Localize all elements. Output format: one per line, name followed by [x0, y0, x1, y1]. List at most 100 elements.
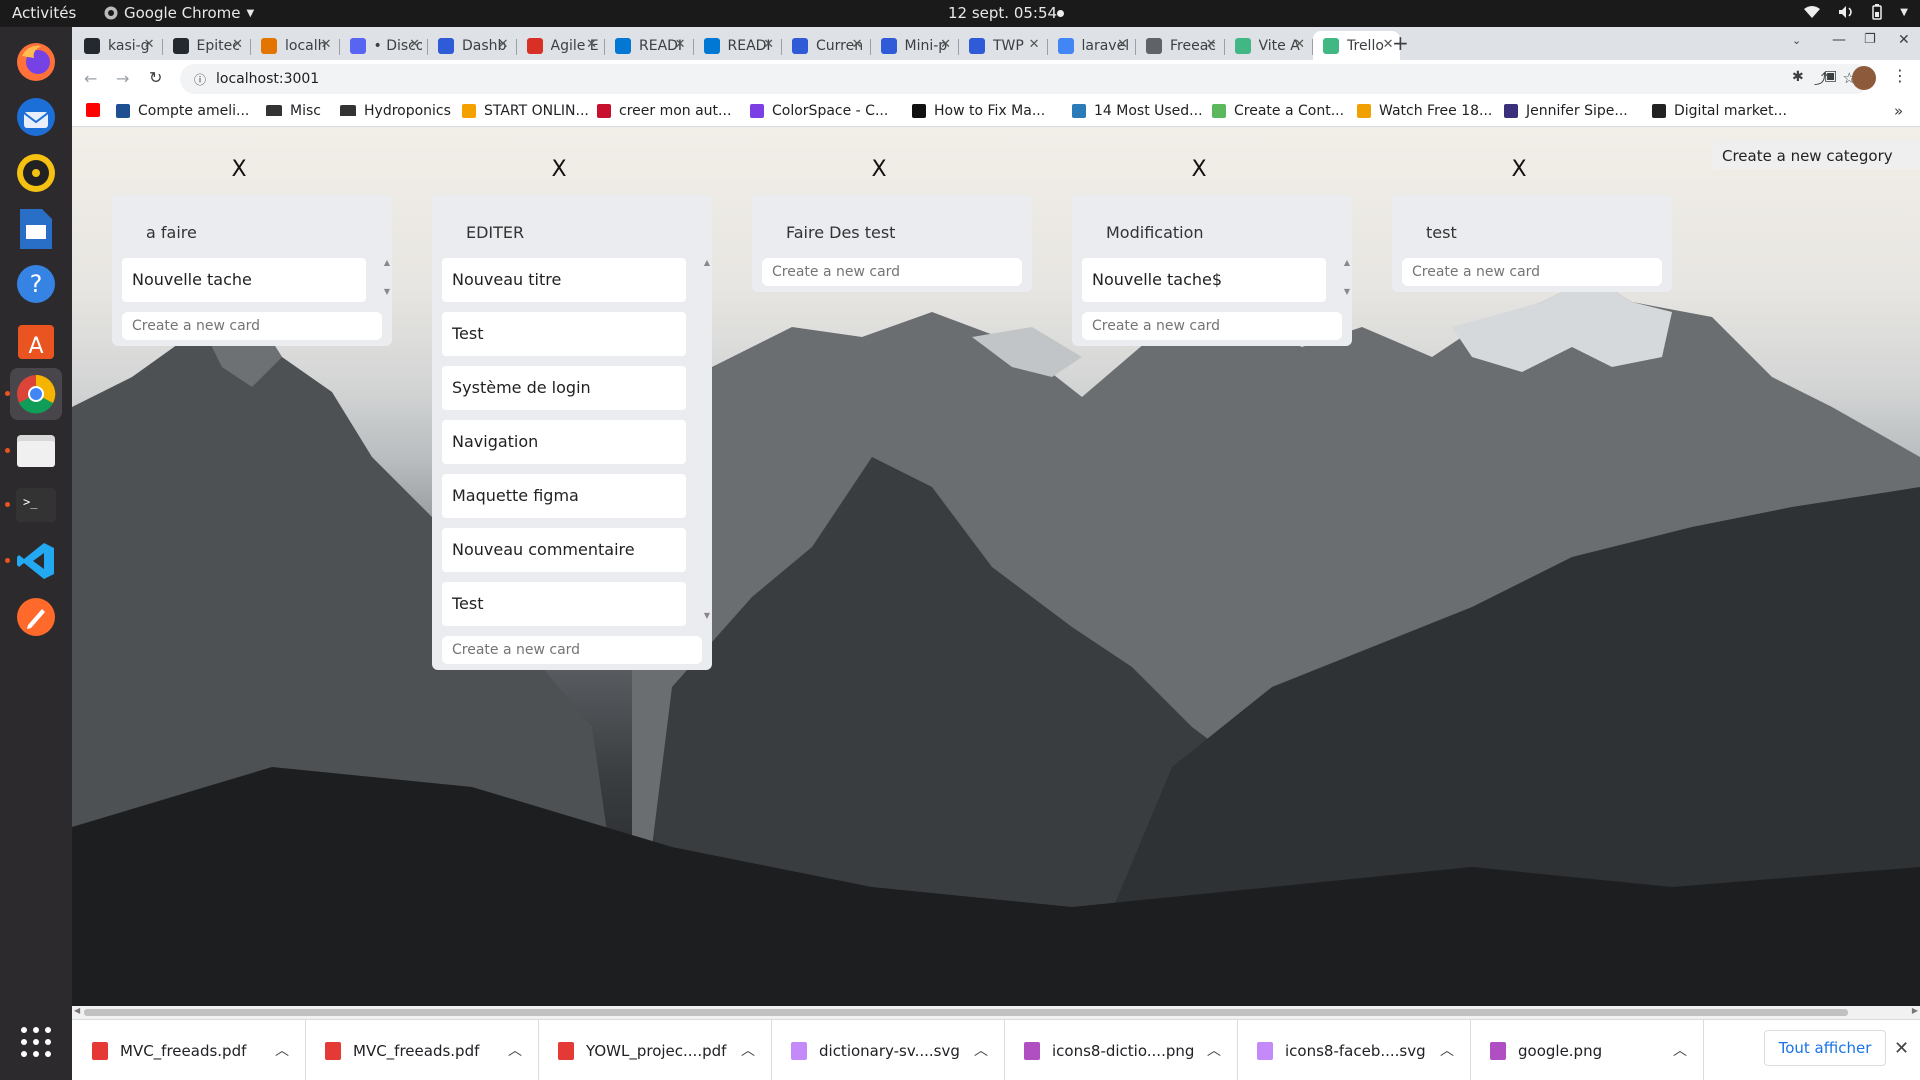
activities-button[interactable]: Activités [12, 4, 76, 22]
card[interactable]: Nouveau titre [442, 258, 686, 302]
delete-column-button[interactable]: X [1184, 157, 1214, 182]
create-category-button[interactable]: Create a new category [1712, 141, 1920, 169]
card[interactable]: Navigation [442, 420, 686, 464]
browser-tab[interactable]: kasi-g ✕ [74, 31, 161, 60]
chevron-up-icon[interactable]: ︿ [974, 1040, 988, 1060]
close-tab-icon[interactable]: ✕ [940, 37, 951, 52]
bookmark-item[interactable]: creer mon aut... [597, 103, 731, 119]
browser-tab[interactable]: READI ✕ [694, 31, 781, 60]
close-tab-icon[interactable]: ✕ [586, 37, 597, 52]
bookmark-item[interactable]: Create a Cont... [1212, 103, 1344, 119]
delete-column-button[interactable]: X [544, 157, 574, 182]
scroll-up-arrow-icon[interactable]: ▲ [384, 258, 390, 267]
scrollbar-thumb[interactable] [84, 1009, 1848, 1016]
dock-rhythmbox[interactable] [10, 147, 62, 199]
close-tab-icon[interactable]: ✕ [1206, 37, 1217, 52]
dock-vscode[interactable] [10, 535, 62, 587]
back-icon[interactable]: ← [84, 69, 97, 88]
chevron-up-icon[interactable]: ︿ [508, 1040, 522, 1060]
close-tab-icon[interactable]: ✕ [409, 37, 420, 52]
download-item[interactable]: dictionary-sv....svg ︿ [771, 1020, 1005, 1080]
browser-tab[interactable]: • Disco ✕ [340, 31, 427, 60]
browser-tab[interactable]: Epitec ✕ [163, 31, 250, 60]
close-tab-icon[interactable]: ✕ [498, 37, 509, 52]
app-menu[interactable]: Google Chrome ▼ [104, 4, 254, 22]
card[interactable]: Nouvelle tache$ [1082, 258, 1326, 302]
dock-firefox[interactable] [10, 36, 62, 88]
browser-tab[interactable]: Mini-p ✕ [871, 31, 958, 60]
dock-thunderbird[interactable] [10, 91, 62, 143]
dock-libreoffice-impress[interactable] [10, 203, 62, 255]
minimize-icon[interactable]: — [1832, 32, 1846, 48]
horizontal-scrollbar[interactable]: ◀ ▶ [72, 1006, 1920, 1019]
close-tab-icon[interactable]: ✕ [1117, 37, 1128, 52]
browser-tab[interactable]: Agile E ✕ [517, 31, 604, 60]
more-bookmarks-icon[interactable]: » [1894, 102, 1903, 120]
menu-kebab-icon[interactable]: ⋮ [1892, 66, 1908, 85]
bookmark-item[interactable] [86, 103, 100, 117]
scroll-right-arrow-icon[interactable]: ▶ [1912, 1006, 1918, 1015]
browser-tab[interactable]: Vite A ✕ [1225, 31, 1312, 60]
scroll-left-arrow-icon[interactable]: ◀ [74, 1006, 80, 1015]
close-downloads-icon[interactable]: ✕ [1894, 1038, 1909, 1059]
new-card-input[interactable] [442, 636, 702, 664]
address-bar[interactable]: ⓘ localhost:3001 ⤴ ☆ [180, 64, 1870, 94]
dock-chrome[interactable] [10, 368, 62, 420]
close-tab-icon[interactable]: ✕ [852, 37, 863, 52]
download-item[interactable]: MVC_freeads.pdf ︿ [305, 1020, 539, 1080]
show-all-downloads-button[interactable]: Tout afficher [1764, 1030, 1886, 1066]
scroll-down-arrow-icon[interactable]: ▼ [1344, 287, 1350, 296]
show-applications-icon[interactable] [20, 1026, 52, 1058]
card[interactable]: Nouveau commentaire [442, 528, 686, 572]
bookmark-item[interactable]: Watch Free 18... [1357, 103, 1492, 119]
dock-files[interactable] [10, 425, 62, 477]
scroll-up-arrow-icon[interactable]: ▲ [1344, 258, 1350, 267]
bookmark-item[interactable]: Jennifer Sipe... [1504, 103, 1628, 119]
system-tray[interactable]: ▼ [1804, 4, 1908, 20]
browser-tab[interactable]: localh ✕ [251, 31, 338, 60]
browser-tab[interactable]: Dashb ✕ [428, 31, 515, 60]
close-window-icon[interactable]: ✕ [1898, 32, 1910, 48]
close-tab-icon[interactable]: ✕ [232, 37, 243, 52]
bookmark-item[interactable]: Misc [266, 103, 321, 119]
close-tab-icon[interactable]: ✕ [763, 37, 774, 52]
dock-terminal[interactable]: >_ [10, 479, 62, 531]
card[interactable]: Test [442, 312, 686, 356]
tab-search-icon[interactable]: ⌄ [1792, 34, 1801, 47]
bookmark-item[interactable]: ColorSpace - C... [750, 103, 888, 119]
browser-tab[interactable]: TWP ✕ [959, 31, 1046, 60]
chevron-up-icon[interactable]: ︿ [275, 1040, 289, 1060]
scroll-down-arrow-icon[interactable]: ▼ [384, 287, 390, 296]
site-info-icon[interactable]: ⓘ [194, 71, 206, 88]
clock[interactable]: 12 sept. 05:54 [948, 4, 1057, 22]
scroll-up-arrow-icon[interactable]: ▲ [704, 258, 710, 267]
delete-column-button[interactable]: X [224, 157, 254, 182]
bookmark-item[interactable]: START ONLIN... [462, 103, 589, 119]
extensions-icon[interactable]: ✱ [1792, 69, 1804, 85]
new-card-input[interactable] [1082, 312, 1342, 340]
browser-tab[interactable]: Curren ✕ [782, 31, 869, 60]
new-card-input[interactable] [1402, 258, 1662, 286]
close-tab-icon[interactable]: ✕ [144, 37, 155, 52]
profile-avatar[interactable] [1852, 66, 1876, 90]
close-tab-icon[interactable]: ✕ [1294, 37, 1305, 52]
forward-icon[interactable]: → [116, 69, 129, 88]
bookmark-item[interactable]: 14 Most Used... [1072, 103, 1203, 119]
close-tab-icon[interactable]: ✕ [321, 37, 332, 52]
download-item[interactable]: icons8-dictio....png ︿ [1004, 1020, 1238, 1080]
bookmark-item[interactable]: Digital market... [1652, 103, 1787, 119]
dock-software[interactable]: A [10, 313, 62, 365]
dock-help[interactable]: ? [10, 258, 62, 310]
bookmark-item[interactable]: Hydroponics [340, 103, 451, 119]
chevron-up-icon[interactable]: ︿ [1207, 1040, 1221, 1060]
new-card-input[interactable] [122, 312, 382, 340]
new-card-input[interactable] [762, 258, 1022, 286]
card[interactable]: Test [442, 582, 686, 626]
dock-drawing-app[interactable] [10, 591, 62, 643]
delete-column-button[interactable]: X [1504, 157, 1534, 182]
browser-tab[interactable]: Trello ✕ [1313, 31, 1400, 60]
delete-column-button[interactable]: X [864, 157, 894, 182]
chevron-up-icon[interactable]: ︿ [1673, 1040, 1687, 1060]
download-item[interactable]: MVC_freeads.pdf ︿ [72, 1020, 306, 1080]
browser-tab[interactable]: Freeac ✕ [1136, 31, 1223, 60]
